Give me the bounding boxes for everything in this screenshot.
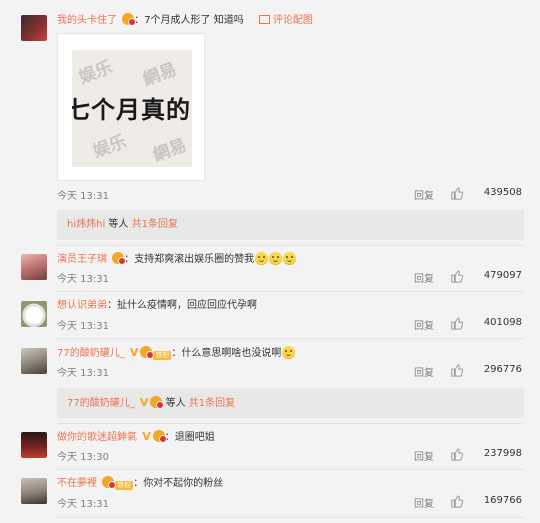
like-count: 169766 [483,495,522,506]
fan-badge: 铁粉 [115,481,134,490]
username-link[interactable]: 演员王子琪 [57,254,107,265]
thumbs-up-icon[interactable] [450,186,464,200]
username-link[interactable]: 不在夢裡 [57,478,97,489]
like-count: 439508 [483,187,522,198]
like-count: 401098 [483,317,522,328]
smile-emoji-icon [282,346,296,359]
avatar[interactable] [21,348,47,374]
verified-v-icon: V [142,430,151,443]
timestamp: 今天 13:31 [57,274,109,285]
reply-button[interactable]: 回复 [414,270,434,285]
reply-mid-text: 等人 [162,398,189,409]
vip-badge-icon [102,476,117,489]
thumbs-up-icon[interactable] [450,316,464,330]
thumbs-up-icon[interactable] [450,447,464,461]
comment-text: 退圈吧姐 [174,432,215,443]
reply-username[interactable]: 77的酸奶罐儿_ [67,398,135,409]
comment-image-content: 娱乐 網易 七个月真的 娱乐 網易 [72,50,192,167]
vip-badge-icon [140,346,155,359]
divider [57,291,524,292]
verified-v-icon: V [139,396,149,409]
like-count: 479097 [483,270,522,281]
username-link[interactable]: 77的酸奶罐儿_ [57,348,125,359]
like-count: 237998 [483,448,522,459]
view-replies-link[interactable]: 共1条回复 [132,219,178,230]
thumbs-up-icon[interactable] [450,269,464,283]
timestamp: 今天 13:30 [57,452,109,463]
thumbs-up-icon[interactable] [450,494,464,508]
divider [57,423,524,424]
reply-username[interactable]: hi炜炜hi [67,219,105,230]
reply-summary[interactable]: 77的酸奶罐儿_ V 等人 共1条回复 [57,388,524,418]
vip-badge-icon [152,430,167,443]
comment-text: 你对不起你的粉丝 [143,478,224,489]
comment-text: 扯什么疫情啊，回应回应代孕啊 [117,300,257,311]
reply-button[interactable]: 回复 [414,187,434,202]
reply-button[interactable]: 回复 [414,448,434,463]
colon: ： [171,348,182,359]
comment-image[interactable]: 娱乐 網易 七个月真的 娱乐 網易 [57,33,205,181]
reply-button[interactable]: 回复 [414,495,434,510]
avatar[interactable] [21,15,47,41]
reply-mid-text: 等人 [105,219,132,230]
username-link[interactable]: 做你的歌迷超鉮氣 [57,432,137,443]
divider [57,245,524,246]
fan-badge: 铁粉 [153,351,172,360]
watermark: 娱乐 [76,57,116,89]
divider [57,338,524,339]
timestamp: 今天 13:31 [57,321,109,332]
watermark: 網易 [150,135,190,167]
smile-emoji-icon [269,252,283,265]
divider [57,517,524,518]
timestamp: 今天 13:31 [57,368,109,379]
username-link[interactable]: 想认识弟弟 [57,300,107,311]
colon: ： [107,300,117,311]
comment-picture-label: 评论配图 [272,15,313,26]
comment-text: 7个月成人形了 知道吗 [144,15,244,26]
colon: ： [133,478,144,489]
vip-badge-icon [112,252,127,265]
smile-emoji-icon [283,252,297,265]
username-link[interactable]: 我的头卡住了 [57,15,117,26]
avatar[interactable] [21,478,47,504]
view-replies-link[interactable]: 共1条回复 [189,398,235,409]
smile-emoji-icon [255,252,269,265]
image-caption: 七个月真的 [72,96,191,124]
reply-button[interactable]: 回复 [414,317,434,332]
vip-badge-icon [122,13,137,26]
watermark: 網易 [140,59,180,91]
vip-badge-icon [150,396,165,409]
comment-text: 什么意思啊啥也没说啊 [181,348,282,359]
timestamp: 今天 13:31 [57,499,109,510]
like-count: 296776 [483,364,522,375]
avatar[interactable] [21,432,47,458]
avatar[interactable] [21,254,47,280]
reply-button[interactable]: 回复 [414,364,434,379]
verified-v-icon: V [129,346,139,359]
image-icon [258,15,270,24]
reply-summary[interactable]: hi炜炜hi 等人 共1条回复 [57,210,524,240]
timestamp: 今天 13:31 [57,191,109,202]
avatar[interactable] [21,301,47,327]
comment-text: 支持郑爽滚出娱乐圈的赞我 [134,254,255,265]
thumbs-up-icon[interactable] [450,363,464,377]
divider [57,469,524,470]
watermark: 娱乐 [90,131,130,163]
comment-picture-link[interactable]: 评论配图 [258,15,313,26]
